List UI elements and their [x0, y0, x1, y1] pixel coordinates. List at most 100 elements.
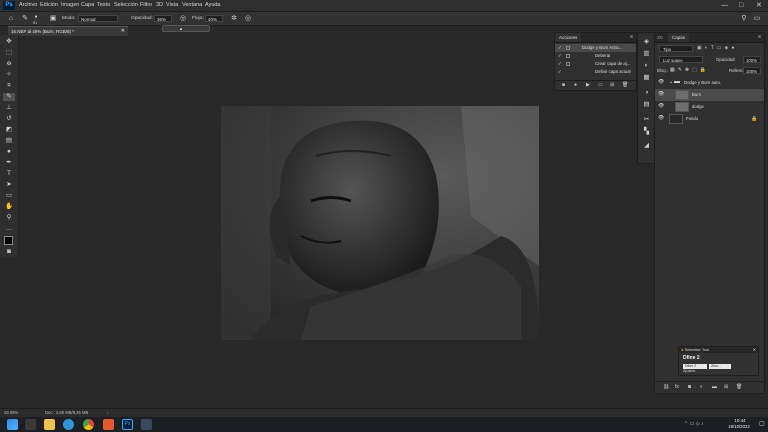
brush-popup-slider[interactable]: ▲ — [162, 25, 210, 32]
edge-icon[interactable] — [63, 419, 74, 430]
zoom-tool-icon[interactable]: ⚲ — [3, 214, 15, 222]
move-tool-icon[interactable]: ✥ — [3, 38, 15, 46]
close-tab-icon[interactable]: ✕ — [121, 27, 125, 36]
dialog-toggle-icon[interactable] — [566, 54, 570, 58]
layers-tab[interactable]: Capas — [668, 33, 690, 42]
history-brush-icon[interactable]: ↺ — [3, 115, 15, 123]
channels-icon[interactable]: ▚ — [641, 127, 652, 136]
clock-date[interactable]: 19/10/2022 — [722, 424, 756, 429]
pen-tool-icon[interactable]: ✒ — [3, 159, 15, 167]
new-action-icon[interactable]: ⊞ — [610, 81, 614, 90]
airbrush-icon[interactable]: ✲ — [229, 14, 239, 23]
stop-icon[interactable]: ■ — [562, 81, 565, 90]
pressure-size-icon[interactable]: ◎ — [243, 14, 253, 23]
fill-input[interactable]: 100% — [743, 67, 761, 74]
eye-icon[interactable]: 👁 — [658, 91, 664, 97]
hand-tool-icon[interactable]: ✋ — [3, 203, 15, 211]
eye-icon[interactable]: 👁 — [658, 79, 664, 85]
link-icon[interactable]: ⛓ — [663, 382, 669, 393]
lasso-tool-icon[interactable]: ꝋ — [3, 60, 15, 68]
brush-tool-icon[interactable]: ✎ — [3, 93, 15, 101]
chevron-down-icon[interactable]: ⌄ — [669, 79, 673, 85]
eye-icon[interactable]: 👁 — [658, 103, 664, 109]
quick-mask-icon[interactable]: ◙ — [3, 248, 15, 256]
eye-icon[interactable]: 👁 — [658, 115, 664, 121]
brushes-icon[interactable]: ✂ — [641, 115, 652, 124]
chrome-icon[interactable] — [83, 419, 94, 430]
check-icon[interactable]: ✓ — [558, 44, 562, 52]
paths-icon[interactable]: ◢ — [641, 141, 652, 150]
play-icon[interactable]: ▶ — [586, 81, 590, 90]
new-set-icon[interactable]: ▭ — [598, 81, 603, 90]
action-item[interactable]: ✓ Crear capa de aj... — [555, 60, 636, 68]
layer-opacity-input[interactable]: 100% — [743, 56, 761, 63]
swatches-icon[interactable]: ▦ — [641, 73, 652, 82]
file-explorer-icon[interactable] — [44, 419, 55, 430]
close-button[interactable]: ✕ — [756, 0, 762, 11]
shape-tool-icon[interactable]: ▭ — [3, 192, 15, 200]
more-tools-icon[interactable]: … — [3, 225, 15, 233]
actions-tab[interactable]: Acciones — [555, 33, 582, 42]
minimize-button[interactable]: — — [721, 0, 728, 11]
opacity-input[interactable]: 36% — [154, 15, 172, 22]
adjustment-layer-icon[interactable]: ◐ — [700, 382, 703, 393]
status-arrow-icon[interactable]: › — [107, 409, 108, 417]
check-icon[interactable]: ✓ — [558, 60, 562, 68]
layer-row[interactable]: 👁 Burn — [655, 89, 764, 101]
type-tool-icon[interactable]: T — [3, 170, 15, 178]
filter-kind-select[interactable]: Tipo — [659, 45, 693, 52]
fx-icon[interactable]: fx — [675, 382, 679, 393]
menu-seleccion[interactable]: Selección — [114, 0, 138, 11]
dodge-tool-icon[interactable]: ● — [3, 148, 15, 156]
action-item[interactable]: ✓ Dodge y Burn Actio... — [555, 44, 636, 52]
document-tab[interactable]: 16.NEF al 49% (Burn, RGB/8) * ✕ — [8, 26, 128, 36]
menu-filtro[interactable]: Filtro — [140, 0, 152, 11]
taskview-icon[interactable] — [25, 419, 36, 430]
maximize-button[interactable]: □ — [739, 0, 743, 11]
tray-icons[interactable]: ⌃ ▭ ◇ ♪ — [684, 421, 703, 427]
quick-select-tool-icon[interactable]: ✧ — [3, 71, 15, 79]
menu-ayuda[interactable]: Ayuda — [205, 0, 221, 11]
layer-group-row[interactable]: 👁 ⌄ ▬ Dodge y Burn auto. — [655, 77, 764, 89]
menu-edicion[interactable]: Edición — [40, 0, 58, 11]
panel-menu-icon[interactable]: ≡ — [630, 33, 633, 42]
photoshop-taskbar-icon[interactable]: Ps — [122, 419, 133, 430]
menu-ventana[interactable]: Ventana — [182, 0, 202, 11]
3d-icon[interactable]: ◈ — [641, 37, 652, 46]
menu-archivo[interactable]: Archivo — [19, 0, 37, 11]
new-group-icon[interactable]: ▬ — [712, 382, 717, 393]
settings-label[interactable]: Ajustes — [683, 369, 695, 373]
zero-button[interactable]: Zero... — [709, 364, 731, 369]
gradient-tool-icon[interactable]: ▤ — [3, 137, 15, 145]
document-canvas[interactable] — [221, 106, 539, 340]
brush-panel-icon[interactable]: ▣ — [48, 14, 58, 23]
color-icon[interactable]: ◐ — [641, 61, 652, 70]
3d-tab[interactable]: 3D — [657, 33, 663, 42]
marquee-tool-icon[interactable]: ⬚ — [3, 49, 15, 57]
layer-row[interactable]: 👁 dodge — [655, 101, 764, 113]
zoom-level[interactable]: 49.09% — [4, 409, 18, 417]
histogram-icon[interactable]: ▥ — [641, 49, 652, 58]
crop-tool-icon[interactable]: ⌗ — [3, 82, 15, 90]
menu-vista[interactable]: Vista — [166, 0, 178, 11]
windows-start-icon[interactable] — [7, 419, 18, 430]
action-item[interactable]: ✓ Deberar — [555, 52, 636, 60]
trash-icon[interactable]: 🗑 — [622, 81, 628, 90]
menu-imagen[interactable]: Imagen — [61, 0, 79, 11]
eraser-tool-icon[interactable]: ◩ — [3, 126, 15, 134]
mode-select[interactable]: Normal — [78, 15, 118, 22]
trash-icon[interactable]: 🗑 — [736, 382, 742, 393]
menu-3d[interactable]: 3D — [156, 0, 163, 11]
path-select-icon[interactable]: ➤ — [3, 181, 15, 189]
pressure-opacity-icon[interactable]: ◎ — [178, 14, 188, 23]
brave-icon[interactable] — [103, 419, 114, 430]
brush-preset-icon[interactable]: ✎ — [20, 14, 30, 23]
blend-mode-select[interactable]: Luz suave — [659, 56, 703, 63]
properties-icon[interactable]: ▤ — [641, 100, 652, 109]
search-icon[interactable]: ⚲ — [739, 14, 749, 23]
flow-input[interactable]: 40% — [205, 15, 223, 22]
lock-icons[interactable]: ▦✎✥⬚🔒 — [670, 67, 709, 74]
layer-row[interactable]: 👁 Fondo 🔒 — [655, 113, 764, 125]
foreground-color-swatch[interactable] — [4, 236, 13, 245]
menu-texto[interactable]: Texto — [97, 0, 110, 11]
